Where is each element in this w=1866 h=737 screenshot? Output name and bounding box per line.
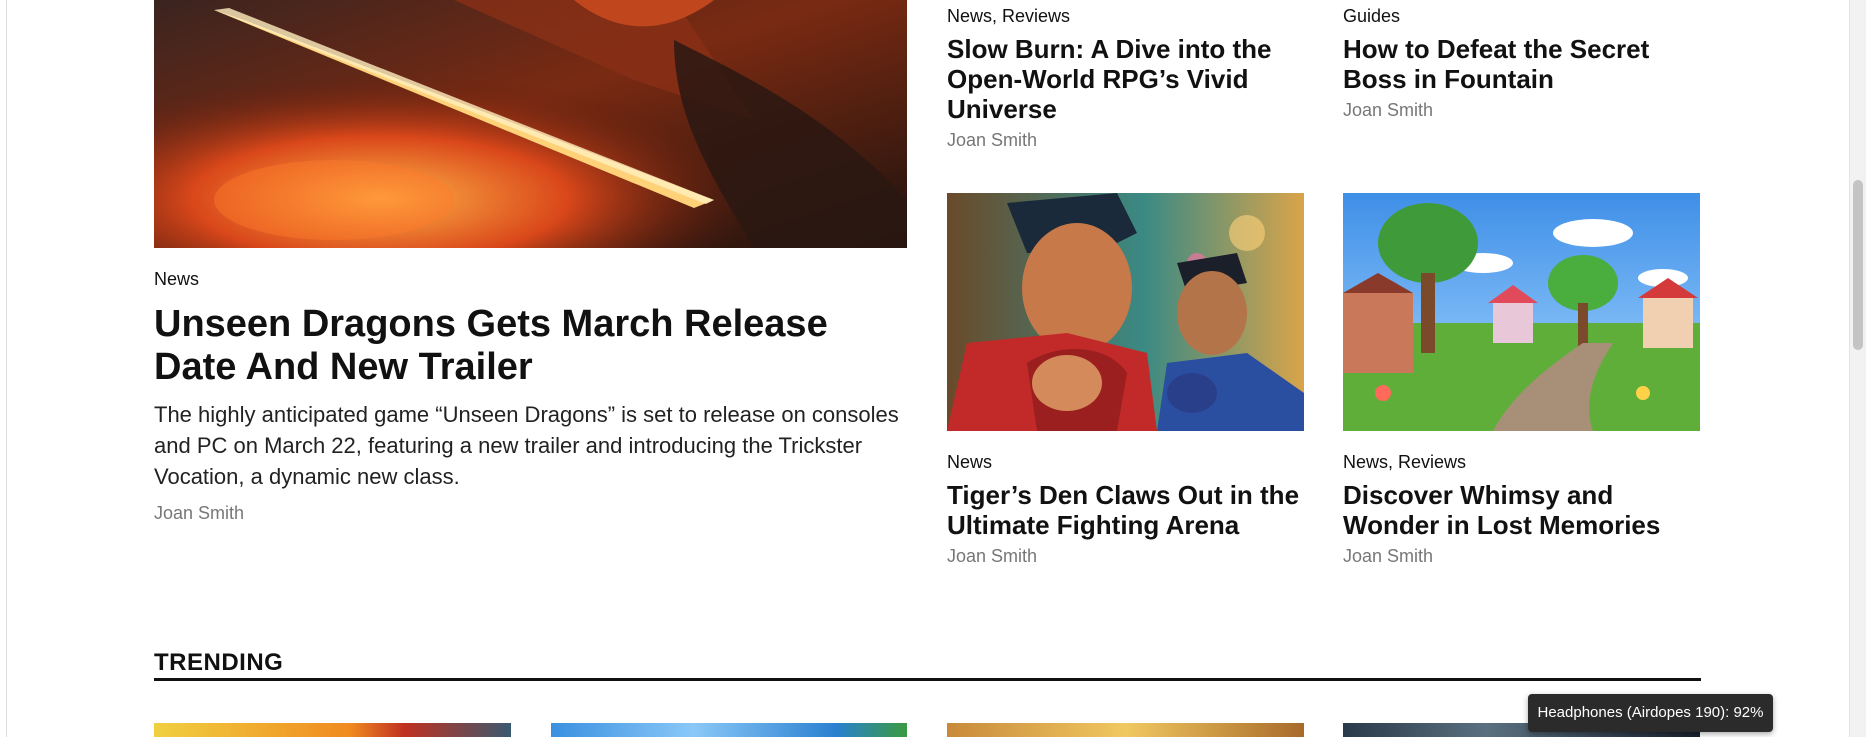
trending-heading: TRENDING xyxy=(154,649,284,676)
card-author[interactable]: Joan Smith xyxy=(1343,100,1433,121)
trending-image[interactable] xyxy=(551,723,907,737)
card-title[interactable]: Slow Burn: A Dive into the Open-World RP… xyxy=(947,34,1307,124)
headphones-battery-toast: Headphones (Airdopes 190): 92% xyxy=(1528,694,1773,732)
featured-author[interactable]: Joan Smith xyxy=(154,503,244,524)
scrollbar-thumb[interactable] xyxy=(1853,180,1863,350)
card-category[interactable]: News, Reviews xyxy=(1343,452,1466,473)
card-title[interactable]: Tiger’s Den Claws Out in the Ultimate Fi… xyxy=(947,480,1307,540)
card-author[interactable]: Joan Smith xyxy=(1343,546,1433,567)
featured-title[interactable]: Unseen Dragons Gets March Release Date A… xyxy=(154,303,914,389)
card-author[interactable]: Joan Smith xyxy=(947,546,1037,567)
card-title[interactable]: Discover Whimsy and Wonder in Lost Memor… xyxy=(1343,480,1703,540)
card-category[interactable]: Guides xyxy=(1343,6,1400,27)
trending-image[interactable] xyxy=(947,723,1304,737)
card-title[interactable]: How to Defeat the Secret Boss in Fountai… xyxy=(1343,34,1703,94)
page-scrollbar[interactable] xyxy=(1849,0,1866,737)
featured-category[interactable]: News xyxy=(154,269,199,290)
card-category[interactable]: News, Reviews xyxy=(947,6,1070,27)
card-image[interactable] xyxy=(947,193,1304,431)
card-category[interactable]: News xyxy=(947,452,992,473)
page-edge xyxy=(6,0,7,737)
card-author[interactable]: Joan Smith xyxy=(947,130,1037,151)
trending-divider xyxy=(154,678,1701,681)
featured-excerpt: The highly anticipated game “Unseen Drag… xyxy=(154,402,899,489)
trending-image[interactable] xyxy=(154,723,511,737)
featured-image[interactable] xyxy=(154,0,907,248)
card-image[interactable] xyxy=(1343,193,1700,431)
